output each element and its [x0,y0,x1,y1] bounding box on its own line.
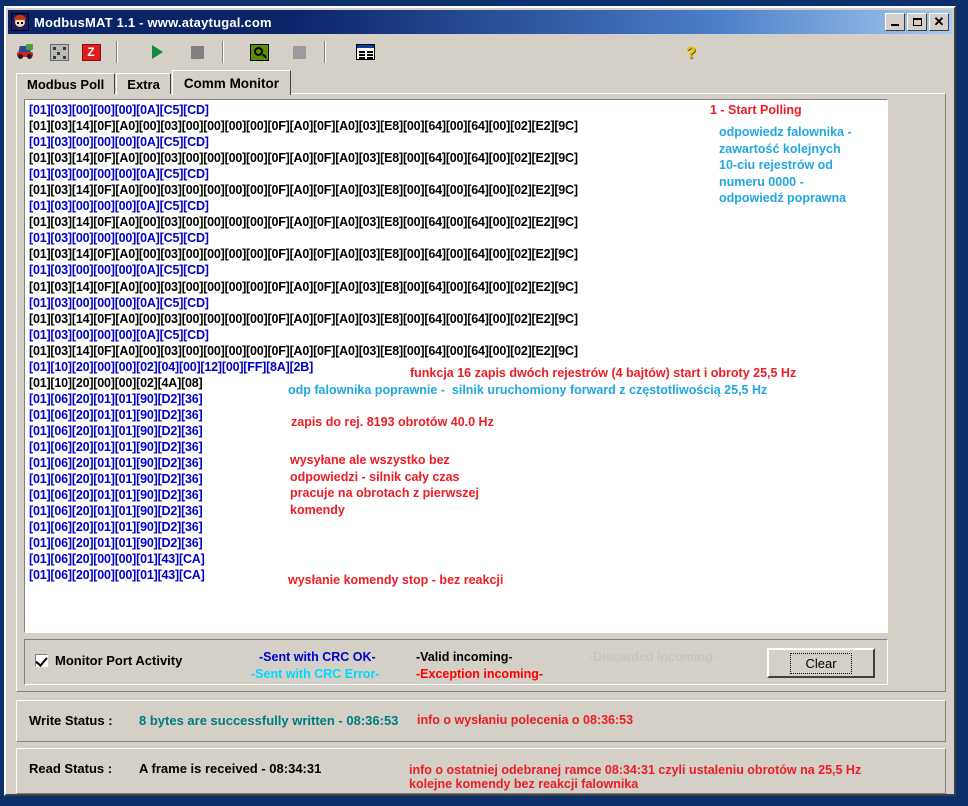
tab-label: Extra [127,76,160,92]
tab-comm-monitor[interactable]: Comm Monitor [171,70,292,95]
log-line-valid: [01][03][14][0F][A0][00][03][00][00][00]… [29,311,578,326]
close-button[interactable]: ✕ [929,13,949,31]
log-line-sent: [01][03][00][00][00][0A][C5][CD] [29,263,209,278]
help-glyph: ? [685,42,697,62]
write-status-value: 8 bytes are successfully written - 08:36… [139,713,399,728]
legend-valid-incoming: -Valid incoming- [416,650,513,664]
window-title: ModbusMAT 1.1 - www.ataytugal.com [34,14,272,30]
log-line-valid: [01][03][14][0F][A0][00][03][00][00][00]… [29,279,578,294]
toolbar: Z ? [8,36,952,68]
app-mascot-icon [11,13,29,31]
log-line-sent: [01][03][00][00][00][0A][C5][CD] [29,327,209,342]
log-line-valid: [01][03][14][0F][A0][00][03][00][00][00]… [29,215,578,230]
log-line-valid: [01][03][14][0F][A0][00][03][00][00][00]… [29,343,578,358]
log-line-sent: [01][06][20][01][01][90][D2][36] [29,520,203,535]
tab-extra[interactable]: Extra [116,73,171,94]
clear-button-label: Clear [790,652,852,674]
checkbox-box[interactable] [35,654,48,667]
log-line-sent: [01][06][20][00][00][01][43][CA] [29,552,205,567]
connect-icon[interactable] [14,40,40,64]
write-status-note: info o wysłaniu polecenia o 08:36:53 [417,713,634,727]
tab-label: Modbus Poll [27,76,105,92]
annotation-function-16: funkcja 16 zapis dwóch rejestrów (4 bajt… [410,366,797,380]
annotation-stop-command: wysłanie komendy stop - bez reakcji [288,573,504,587]
annotation-write-register: zapis do rej. 8193 obrotów 40.0 Hz [291,415,494,429]
legend-sent-crc-error: -Sent with CRC Error- [251,667,380,681]
window-controls: ✕ [885,13,949,31]
title-bar: ModbusMAT 1.1 - www.ataytugal.com ✕ [8,10,952,34]
annotation-no-response: wysyłane ale wszystko bez odpowiedzi - s… [290,453,479,517]
read-status-note: info o ostatniej odebranej ramce 08:34:3… [409,763,862,791]
stop-icon[interactable] [286,40,312,64]
clear-button[interactable]: Clear [767,648,875,678]
read-status-panel: Read Status : A frame is received - 08:3… [16,748,946,794]
disconnect-icon[interactable]: Z [78,40,104,64]
checkbox-label: Monitor Port Activity [55,653,183,668]
help-icon[interactable]: ? [678,40,704,64]
annotation-response-content: odpowiedz falownika - zawartość kolejnyc… [719,125,852,205]
maximize-button[interactable] [907,13,927,31]
log-line-sent: [01][03][00][00][00][0A][C5][CD] [29,295,209,310]
annotation-motor-started: odp falownika poprawnie - silnik uruchom… [288,383,768,397]
toolbar-separator [116,41,118,63]
legend-sent-crc-ok: -Sent with CRC OK- [259,650,376,664]
start-poll-icon[interactable] [144,40,170,64]
stop-poll-icon[interactable] [184,40,210,64]
scan-icon[interactable] [46,40,72,64]
search-icon[interactable] [246,40,272,64]
legend-bar: Monitor Port Activity -Sent with CRC OK-… [24,639,888,685]
read-status-value: A frame is received - 08:34:31 [139,761,322,776]
legend-exception-incoming: -Exception incoming- [416,667,544,681]
monitor-port-activity-checkbox[interactable]: Monitor Port Activity [35,653,182,668]
write-status-panel: Write Status : 8 bytes are successfully … [16,700,946,742]
log-line-sent: [01][03][00][00][00][0A][C5][CD] [29,231,209,246]
comm-monitor-log-content: [01][03][00][00][00][0A][C5][CD] [01][03]… [25,100,887,632]
application-window: ModbusMAT 1.1 - www.ataytugal.com ✕ Z ? … [4,6,956,796]
log-line-sent: [01][06][20][01][01][90][D2][36] [29,536,203,551]
legend-discarded-incoming: -Discarded incoming- [589,650,717,664]
comm-monitor-page: [01][03][00][00][00][0A][C5][CD] [01][03]… [16,93,946,692]
comm-monitor-log[interactable]: [01][03][00][00][00][0A][C5][CD] [01][03]… [24,99,888,633]
write-status-label: Write Status : [29,713,113,728]
tab-strip: Modbus Poll Extra Comm Monitor [16,70,946,95]
annotation-start-polling: 1 - Start Polling [710,103,802,117]
tab-label: Comm Monitor [183,75,280,91]
minimize-button[interactable] [885,13,905,31]
log-line-valid: [01][03][14][0F][A0][00][03][00][00][00]… [29,247,578,262]
report-icon[interactable] [352,40,378,64]
read-status-label: Read Status : [29,761,113,776]
toolbar-separator-3 [324,41,326,63]
toolbar-separator-2 [222,41,224,63]
tab-modbus-poll[interactable]: Modbus Poll [16,73,116,94]
